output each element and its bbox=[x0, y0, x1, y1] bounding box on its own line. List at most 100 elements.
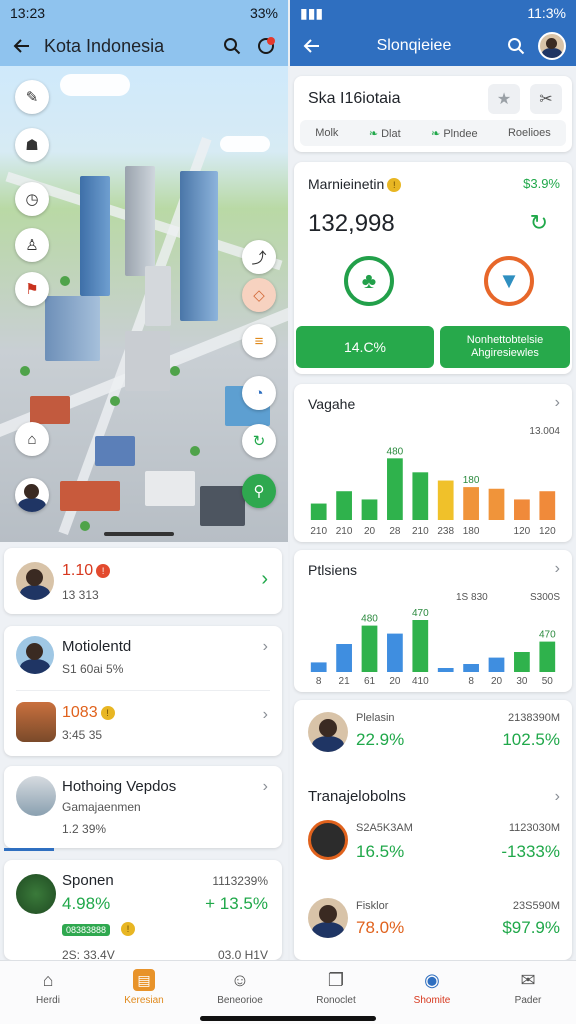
app-bar: Slonqieiee bbox=[290, 26, 576, 66]
nav-item-herdi[interactable]: ⌂ Herdi bbox=[0, 961, 96, 1024]
transaction-right-label: 1123030M bbox=[508, 822, 560, 834]
tab-dlat-label: Dlat bbox=[381, 127, 401, 140]
nav-item-pader[interactable]: ✉ Pader bbox=[480, 961, 576, 1024]
map-tool-flag-icon[interactable]: ⚑ bbox=[15, 272, 49, 306]
nav-item-ronoclet[interactable]: ❐ Ronoclet bbox=[288, 961, 384, 1024]
tab-molk[interactable]: Molk bbox=[315, 127, 338, 139]
chevron-right-icon[interactable]: › bbox=[261, 568, 268, 591]
list-card[interactable]: 1.10! 13 313 › bbox=[4, 548, 282, 614]
chevron-right-icon[interactable]: › bbox=[555, 394, 560, 412]
map-tool-clock-icon[interactable]: ◷ bbox=[15, 182, 49, 216]
map-tool-layers-icon[interactable]: ≡ bbox=[242, 324, 276, 358]
chevron-right-icon[interactable]: › bbox=[263, 778, 268, 796]
map-tool-bag-icon[interactable]: ☗ bbox=[15, 128, 49, 162]
status-time: 13:23 bbox=[10, 5, 46, 21]
nav-item-shomite[interactable]: ◉ Shomite bbox=[384, 961, 480, 1024]
chart-bar bbox=[361, 499, 378, 520]
chevron-right-icon[interactable]: › bbox=[555, 560, 560, 578]
mail-icon: ✉ bbox=[520, 969, 536, 990]
notification-icon[interactable] bbox=[254, 34, 278, 58]
transaction-right-value: $97.9% bbox=[502, 918, 560, 937]
header-card: Ska I16iotaia ★ ✂ Molk ❧ Dlat ❧ Plndee R… bbox=[294, 76, 572, 152]
map-tool-user-icon[interactable]: ♙ bbox=[15, 228, 49, 262]
map-scroll-handle[interactable] bbox=[104, 532, 174, 536]
nav-label: Keresian bbox=[124, 995, 164, 1006]
card-sub2: 1.2 39% bbox=[62, 822, 107, 836]
map-tool-refresh-icon[interactable]: ↻ bbox=[242, 424, 276, 458]
card-value-text: 1083 bbox=[62, 704, 98, 721]
chart-bar bbox=[336, 491, 352, 520]
map-tool-pencil-icon[interactable]: ✎ bbox=[15, 80, 49, 114]
map-building bbox=[80, 176, 110, 296]
city-map[interactable]: ✎ ☗ ◷ ♙ ⚑ ⌂ ⤴ ◇ ≡ ◔ ↻ ⚲ bbox=[0, 66, 288, 542]
chart-tick-label: 8 bbox=[316, 676, 322, 687]
tab-plndee[interactable]: ❧ Plndee bbox=[431, 127, 478, 140]
progress-indicator bbox=[4, 848, 54, 851]
map-tool-bike-icon[interactable]: ⚲ bbox=[242, 474, 276, 508]
gauge-green-icon: ♣ bbox=[344, 256, 394, 306]
market-card: Marnieinetin! $3.9% 132,998 ↻ ♣ ▼ 14.C% … bbox=[294, 162, 572, 374]
card-title: Sponen bbox=[62, 872, 114, 889]
status-badge: 08383888 bbox=[62, 924, 111, 936]
list-card[interactable]: Sponen 1113239% 4.98% + 13.5% 08383888 !… bbox=[4, 860, 282, 962]
chevron-right-icon[interactable]: › bbox=[263, 706, 268, 724]
chevron-right-icon[interactable]: › bbox=[555, 788, 560, 806]
map-tool-share-icon[interactable]: ⤴ bbox=[242, 240, 276, 274]
map-tree bbox=[20, 366, 30, 376]
chart-data-label: 480 bbox=[361, 614, 378, 625]
back-arrow-icon[interactable] bbox=[300, 34, 324, 58]
star-icon[interactable]: ★ bbox=[488, 84, 520, 114]
map-tree bbox=[190, 446, 200, 456]
card-title: Hothoing Vepdos bbox=[62, 778, 177, 795]
transaction-pct: 16.5% bbox=[356, 842, 405, 861]
map-user-avatar[interactable] bbox=[15, 478, 49, 512]
search-icon[interactable] bbox=[220, 34, 244, 58]
nav-item-keresian[interactable]: ▤ Keresian bbox=[96, 961, 192, 1024]
list-card[interactable]: Motiolentd S1 60ai 5% › 1083! 3:45 35 › bbox=[4, 626, 282, 756]
avatar bbox=[16, 562, 54, 600]
map-tool-diamond-icon[interactable]: ◇ bbox=[242, 278, 276, 312]
chart-card-vagahe: Vagahe › 13.004 210 210 20 28 480 210 238 180 18… bbox=[294, 384, 572, 542]
chart-tick-label: 28 bbox=[389, 526, 401, 537]
globe-icon: ◉ bbox=[424, 969, 440, 990]
people-icon: ☺ bbox=[230, 969, 250, 990]
map-tree bbox=[110, 396, 120, 406]
nav-item-beneorioe[interactable]: ☺ Beneorioe bbox=[192, 961, 288, 1024]
map-tool-home-icon[interactable]: ⌂ bbox=[15, 422, 49, 456]
map-tool-compass-icon[interactable]: ◔ bbox=[242, 376, 276, 410]
chart-tick-label: 238 bbox=[437, 526, 454, 537]
chevron-right-icon[interactable]: › bbox=[263, 638, 268, 656]
chart-bar bbox=[539, 491, 556, 520]
coin-icon: ! bbox=[100, 705, 115, 720]
search-icon[interactable] bbox=[504, 34, 528, 58]
divider bbox=[16, 690, 270, 691]
card-sub: 13 313 bbox=[62, 588, 99, 602]
chart-bar bbox=[539, 641, 556, 672]
coin-icon: ! bbox=[121, 922, 135, 936]
page-title: Kota Indonesia bbox=[44, 35, 165, 56]
map-building bbox=[145, 471, 195, 506]
metric-button-left[interactable]: 14.C% bbox=[296, 326, 434, 368]
back-arrow-icon[interactable] bbox=[10, 34, 34, 58]
metric-button-right[interactable]: Nonhettobtelsie Ahgiresiewles bbox=[440, 326, 570, 368]
wallet-icon: ▤ bbox=[133, 969, 155, 991]
cloud bbox=[60, 74, 130, 96]
transaction-right-value: -1333% bbox=[501, 842, 560, 861]
tab-dlat[interactable]: ❧ Dlat bbox=[369, 127, 401, 140]
home-indicator[interactable] bbox=[200, 1016, 376, 1021]
refresh-icon[interactable]: ↻ bbox=[530, 210, 548, 236]
card-right-label: 1113239% bbox=[212, 874, 268, 888]
profile-avatar[interactable] bbox=[538, 32, 566, 60]
status-time: 11:3% bbox=[527, 5, 566, 21]
chart-data-label: 470 bbox=[412, 608, 429, 619]
tab-roelioes[interactable]: Roelioes bbox=[508, 127, 551, 139]
leaf-icon: ❧ bbox=[368, 127, 382, 140]
map-tree bbox=[60, 276, 70, 286]
card-sub: 3:45 35 bbox=[62, 728, 103, 742]
map-building bbox=[180, 171, 218, 321]
list-card[interactable]: Hothoing Vepdos Gamajaenmen 1.2 39% › bbox=[4, 766, 282, 848]
tools-icon[interactable]: ✂ bbox=[530, 84, 562, 114]
map-tree bbox=[80, 521, 90, 531]
map-building bbox=[60, 481, 120, 511]
bottom-navigation: ⌂ Herdi ▤ Keresian ☺ Beneorioe ❐ Ronoclet ◉ S… bbox=[0, 960, 576, 1024]
